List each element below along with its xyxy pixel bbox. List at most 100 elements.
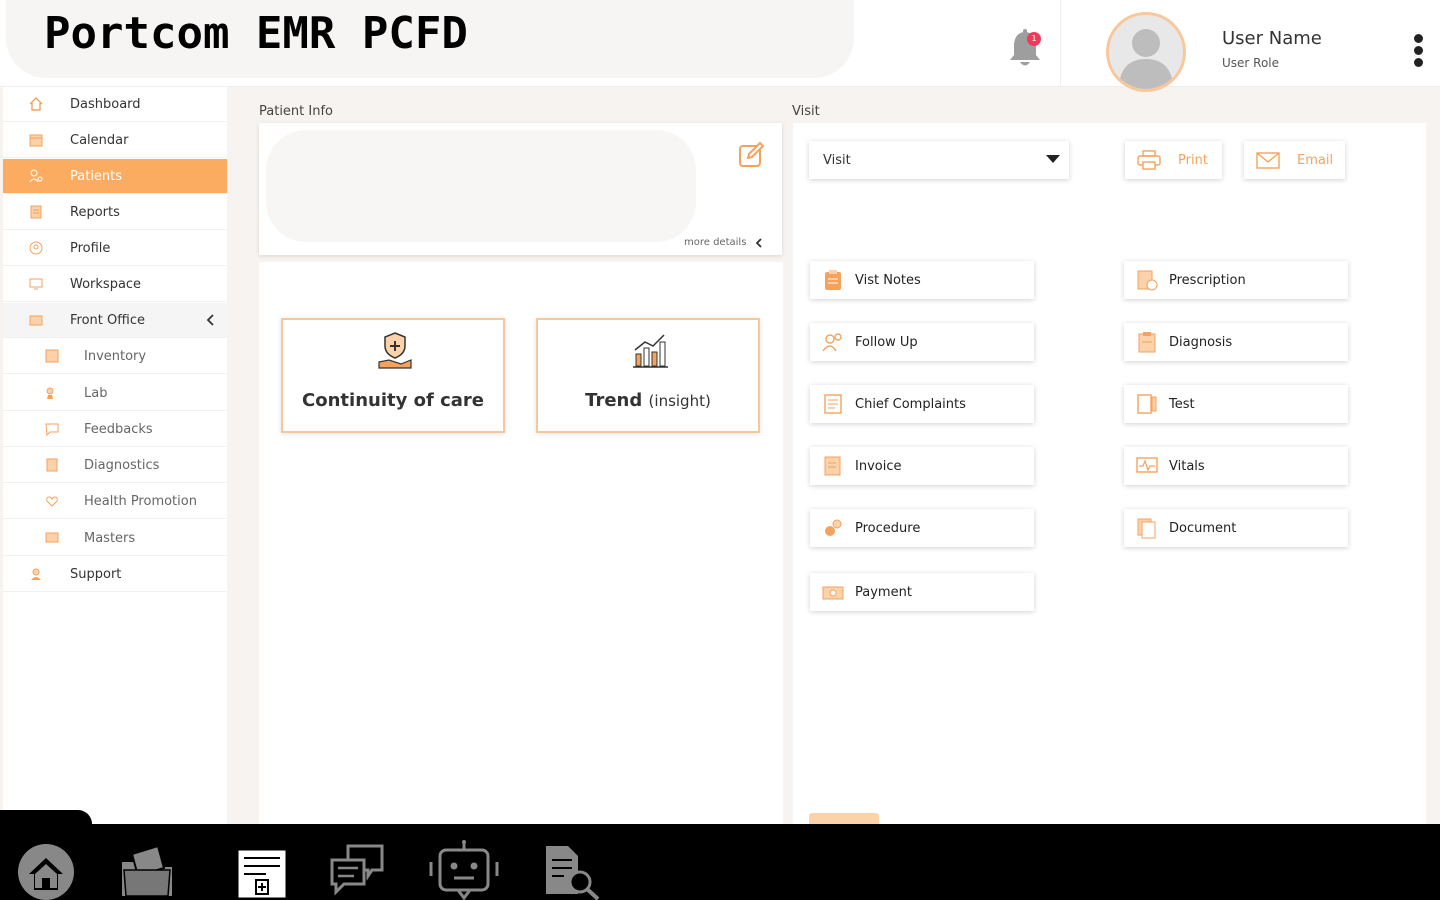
home-icon[interactable] <box>17 840 75 900</box>
follow-up-tile[interactable]: Follow Up <box>810 323 1034 361</box>
sidebar-item-workspace[interactable]: Workspace <box>3 267 227 302</box>
header-divider <box>1060 0 1061 87</box>
payment-tile[interactable]: Payment <box>810 573 1034 611</box>
sidebar-item-inventory[interactable]: Inventory <box>3 339 227 374</box>
folder-icon[interactable] <box>118 840 176 900</box>
tile-label: Chief Complaints <box>855 397 966 412</box>
tile-label: Test <box>1169 397 1195 412</box>
app-window: Portcom EMR PCFD 1 User Name User Role D… <box>0 0 1440 824</box>
test-icon <box>1137 394 1157 414</box>
feature-title: Continuity of care <box>302 390 484 411</box>
tile-label: Invoice <box>855 459 902 474</box>
document-tile[interactable]: Document <box>1124 509 1348 547</box>
printer-icon <box>1137 150 1161 170</box>
sidebar-item-health-promotion[interactable]: Health Promotion <box>3 484 227 519</box>
medical-record-icon[interactable] <box>236 840 288 900</box>
complaints-icon <box>824 394 842 414</box>
test-tile[interactable]: Test <box>1124 385 1348 423</box>
sidebar-item-label: Diagnostics <box>84 457 160 473</box>
sidebar-item-label: Support <box>70 566 122 582</box>
tile-label: Procedure <box>855 521 921 536</box>
header: Portcom EMR PCFD 1 User Name User Role <box>0 0 1440 92</box>
lab-icon <box>46 387 54 399</box>
sidebar-item-patients[interactable]: Patients <box>3 159 227 194</box>
print-button[interactable]: Print <box>1125 141 1222 179</box>
sidebar-item-label: Feedbacks <box>84 421 153 437</box>
print-label: Print <box>1178 153 1208 168</box>
diagnosis-icon <box>1138 332 1156 353</box>
patients-icon <box>29 169 43 183</box>
inventory-icon <box>45 349 59 363</box>
tile-label: Payment <box>855 585 912 600</box>
workspace-icon <box>29 278 43 290</box>
email-label: Email <box>1297 153 1334 168</box>
user-name: User Name <box>1222 28 1322 49</box>
support-icon <box>31 568 41 580</box>
sidebar-item-label: Front Office <box>70 312 145 328</box>
sidebar-item-label: Masters <box>84 530 136 546</box>
vitals-icon <box>1136 457 1158 473</box>
avatar[interactable] <box>1106 12 1186 92</box>
clipboard-icon <box>825 270 841 290</box>
tile-label: Prescription <box>1169 273 1246 288</box>
payment-icon <box>822 586 844 600</box>
sidebar-item-feedbacks[interactable]: Feedbacks <box>3 412 227 447</box>
sidebar-item-profile[interactable]: Profile <box>3 231 227 266</box>
visit-select[interactable]: Visit <box>809 141 1069 179</box>
chief-complaints-tile[interactable]: Chief Complaints <box>810 385 1034 423</box>
invoice-tile[interactable]: Invoice <box>810 447 1034 485</box>
sidebar-item-label: Health Promotion <box>84 493 197 509</box>
prescription-icon <box>1137 270 1158 291</box>
document-icon <box>1137 518 1156 539</box>
diagnosis-tile[interactable]: Diagnosis <box>1124 323 1348 361</box>
email-button[interactable]: Email <box>1244 141 1345 179</box>
trend-insight-card[interactable]: Trend (insight) <box>536 318 760 433</box>
sidebar-item-calendar[interactable]: Calendar <box>3 123 227 158</box>
edit-icon[interactable] <box>738 140 766 168</box>
user-silhouette-icon <box>1119 29 1173 89</box>
app-title: Portcom EMR PCFD <box>44 8 468 59</box>
bar-chart-icon <box>633 334 668 368</box>
sidebar-item-label: Inventory <box>84 348 147 364</box>
sidebar-item-label: Patients <box>70 168 123 184</box>
vitals-tile[interactable]: Vitals <box>1124 447 1348 485</box>
sidebar-item-label: Profile <box>70 240 111 256</box>
hand-shield-icon <box>378 332 412 369</box>
sidebar-item-label: Reports <box>70 204 120 220</box>
health-promotion-icon <box>46 496 58 507</box>
sidebar-item-diagnostics[interactable]: Diagnostics <box>3 448 227 483</box>
bottom-dock <box>0 824 1440 900</box>
visit-notes-tile[interactable]: Vist Notes <box>810 261 1034 299</box>
more-menu-icon[interactable] <box>1410 34 1426 72</box>
sidebar-item-reports[interactable]: Reports <box>3 195 227 230</box>
sidebar-item-masters[interactable]: Masters <box>3 521 227 556</box>
chevron-left-icon[interactable] <box>206 314 215 326</box>
back-button[interactable] <box>809 813 879 824</box>
procedure-tile[interactable]: Procedure <box>810 509 1034 547</box>
patient-info-label: Patient Info <box>259 104 334 119</box>
tile-label: Diagnosis <box>1169 335 1233 350</box>
robot-icon[interactable] <box>428 840 500 900</box>
sidebar-item-dashboard[interactable]: Dashboard <box>3 87 227 122</box>
sidebar-item-support[interactable]: Support <box>3 557 227 592</box>
sidebar-item-front-office[interactable]: Front Office <box>3 303 227 338</box>
sidebar-item-lab[interactable]: Lab <box>3 376 227 411</box>
prescription-tile[interactable]: Prescription <box>1124 261 1348 299</box>
home-icon <box>29 97 43 111</box>
diagnostics-icon <box>46 458 58 472</box>
sidebar-item-label: Calendar <box>70 132 129 148</box>
tile-label: Follow Up <box>855 335 918 350</box>
chevron-left-icon[interactable] <box>754 237 764 249</box>
visit-select-value: Visit <box>823 153 851 168</box>
tile-label: Document <box>1169 521 1237 536</box>
procedure-icon <box>825 519 842 536</box>
more-details-link[interactable]: more details <box>684 237 746 248</box>
document-search-icon[interactable] <box>542 840 602 900</box>
tile-label: Vist Notes <box>855 273 921 288</box>
tile-label: Vitals <box>1169 459 1205 474</box>
invoice-icon <box>824 456 841 476</box>
visit-section-label: Visit <box>792 104 820 119</box>
continuity-of-care-card[interactable]: Continuity of care <box>281 318 505 433</box>
profile-icon <box>29 241 43 255</box>
chat-icon[interactable] <box>328 840 386 900</box>
